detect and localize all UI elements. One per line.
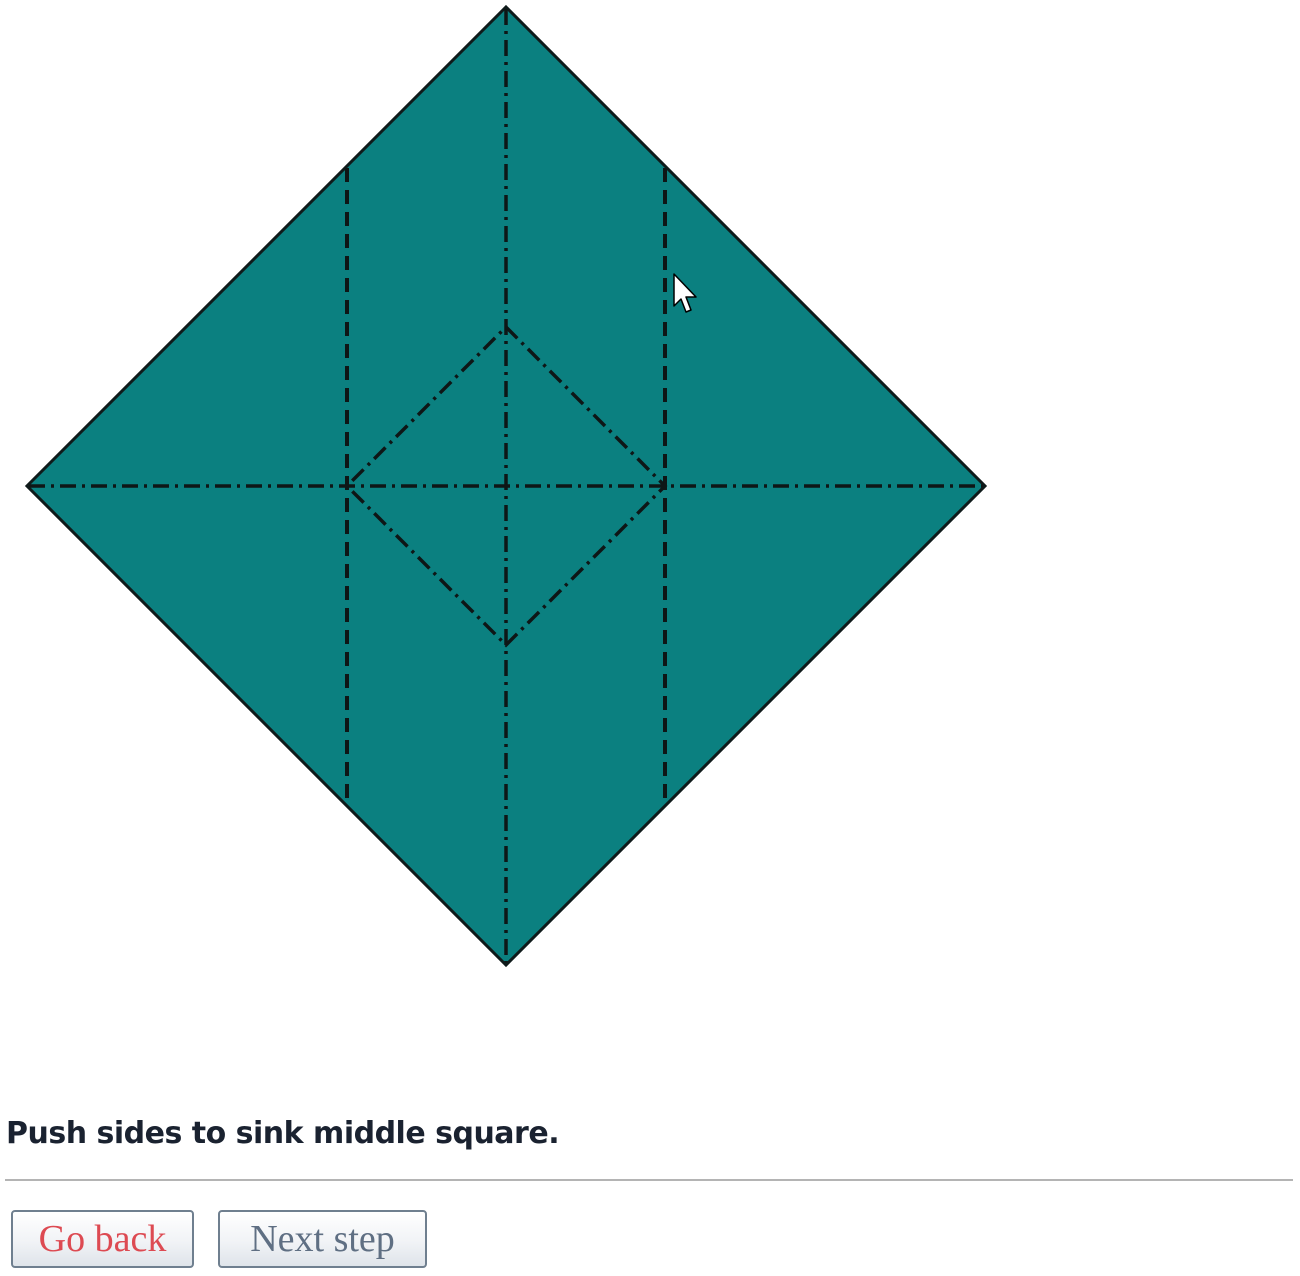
origami-diagram — [0, 0, 1300, 1000]
divider — [5, 1179, 1293, 1181]
origami-diagram-svg — [24, 4, 988, 968]
instruction-text: Push sides to sink middle square. — [6, 1116, 560, 1151]
next-step-button[interactable]: Next step — [218, 1210, 427, 1268]
go-back-button[interactable]: Go back — [11, 1210, 194, 1268]
